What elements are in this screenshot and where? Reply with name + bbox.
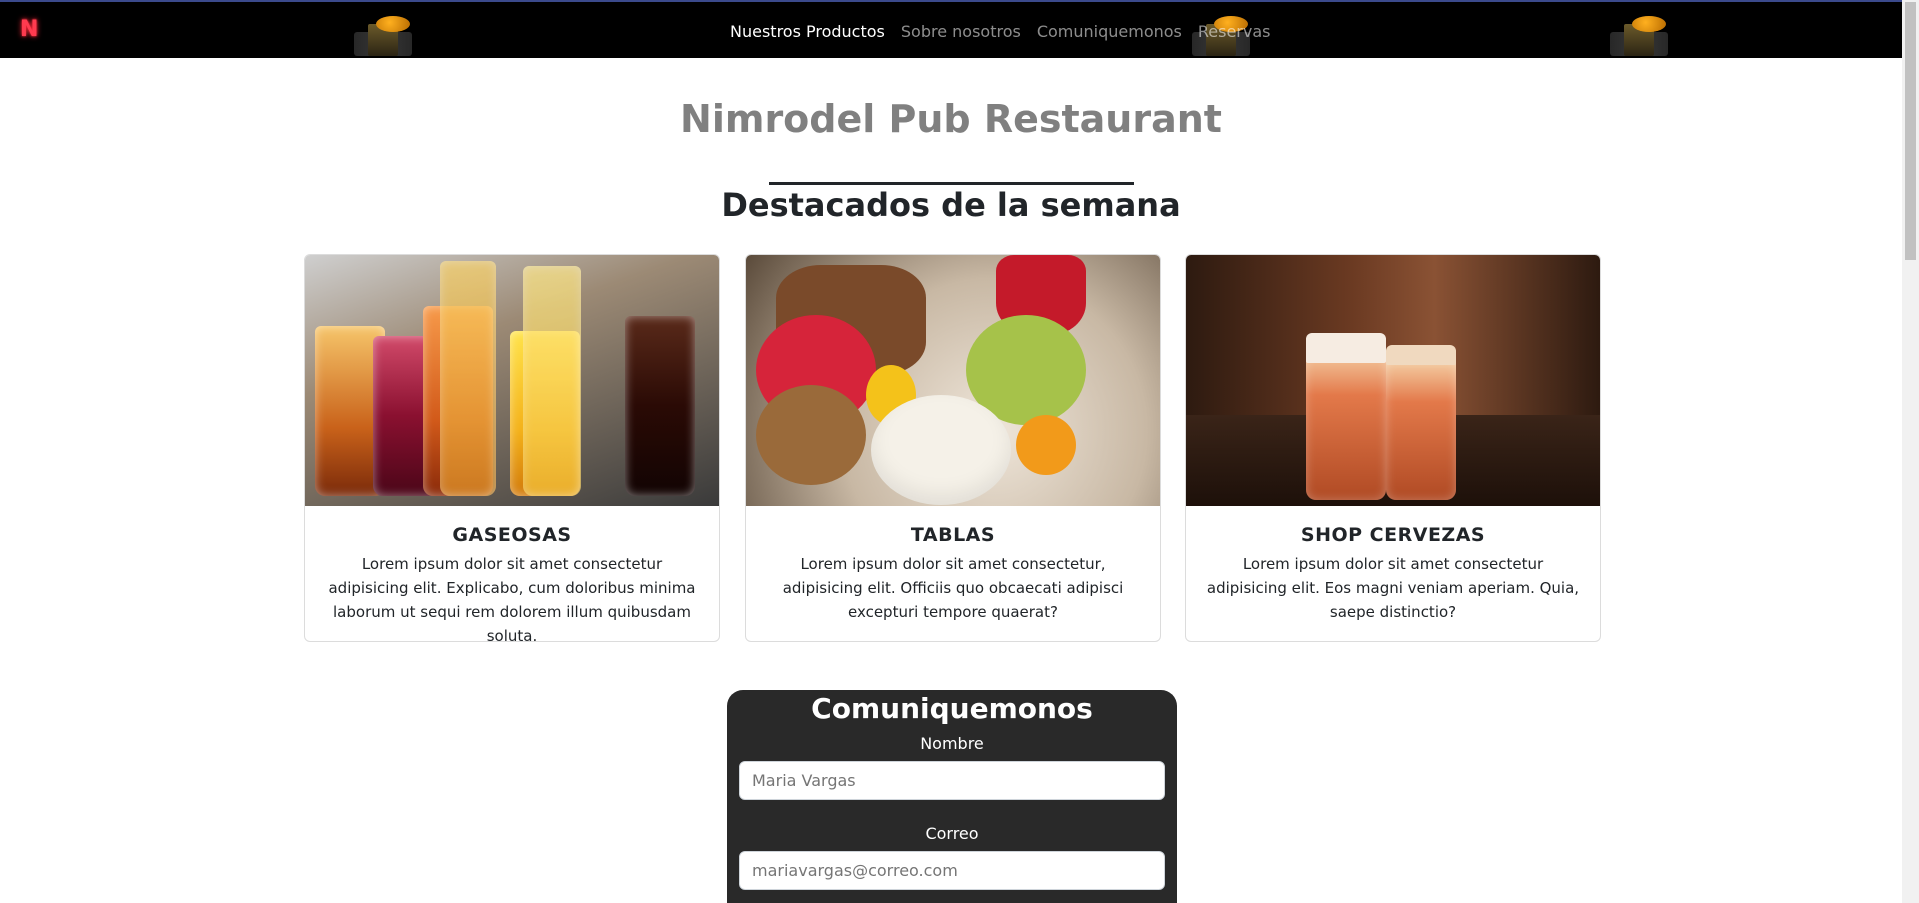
drinks-image [305, 255, 719, 506]
email-label: Correo [925, 824, 979, 843]
contact-title: Comuniquemonos [811, 692, 1093, 725]
vertical-scrollbar[interactable] [1902, 0, 1919, 903]
cocktail-decoration-icon [350, 14, 414, 58]
cocktail-decoration-icon [1606, 14, 1670, 58]
card-text: Lorem ipsum dolor sit amet consectetur, … [782, 555, 1124, 621]
brand-logo[interactable]: N [20, 18, 42, 42]
card-text: Lorem ipsum dolor sit amet consectetur a… [1206, 555, 1580, 621]
product-card-tablas[interactable]: TABLAS Lorem ipsum dolor sit amet consec… [745, 254, 1161, 642]
card-title: SHOP CERVEZAS [1300, 524, 1486, 546]
product-card-gaseosas[interactable]: GASEOSAS Lorem ipsum dolor sit amet cons… [304, 254, 720, 642]
nav-links: Nuestros Productos Sobre nosotros Comuni… [730, 22, 1270, 41]
beer-image [1186, 255, 1600, 506]
nav-link-sobre-nosotros[interactable]: Sobre nosotros [901, 22, 1021, 41]
nav-link-productos[interactable]: Nuestros Productos [730, 22, 885, 41]
nav-link-reservas[interactable]: Reservas [1198, 22, 1271, 41]
nav-link-comuniquemonos[interactable]: Comuniquemonos [1037, 22, 1182, 41]
name-label: Nombre [920, 734, 984, 753]
card-title: GASEOSAS [452, 524, 572, 546]
card-text: Lorem ipsum dolor sit amet consectetur a… [328, 555, 696, 642]
scrollbar-thumb[interactable] [1905, 2, 1916, 260]
navbar: N Nuestros Productos Sobre nosotros Comu… [0, 2, 1902, 58]
section-divider [769, 182, 1134, 185]
page-title: Nimrodel Pub Restaurant [680, 97, 1222, 141]
email-input[interactable] [739, 851, 1165, 890]
contact-form: Comuniquemonos Nombre Correo [727, 690, 1177, 903]
product-card-shop-cervezas[interactable]: SHOP CERVEZAS Lorem ipsum dolor sit amet… [1185, 254, 1601, 642]
card-title: TABLAS [910, 524, 996, 546]
cheese-board-image [746, 255, 1160, 506]
section-title: Destacados de la semana [721, 186, 1181, 224]
name-input[interactable] [739, 761, 1165, 800]
